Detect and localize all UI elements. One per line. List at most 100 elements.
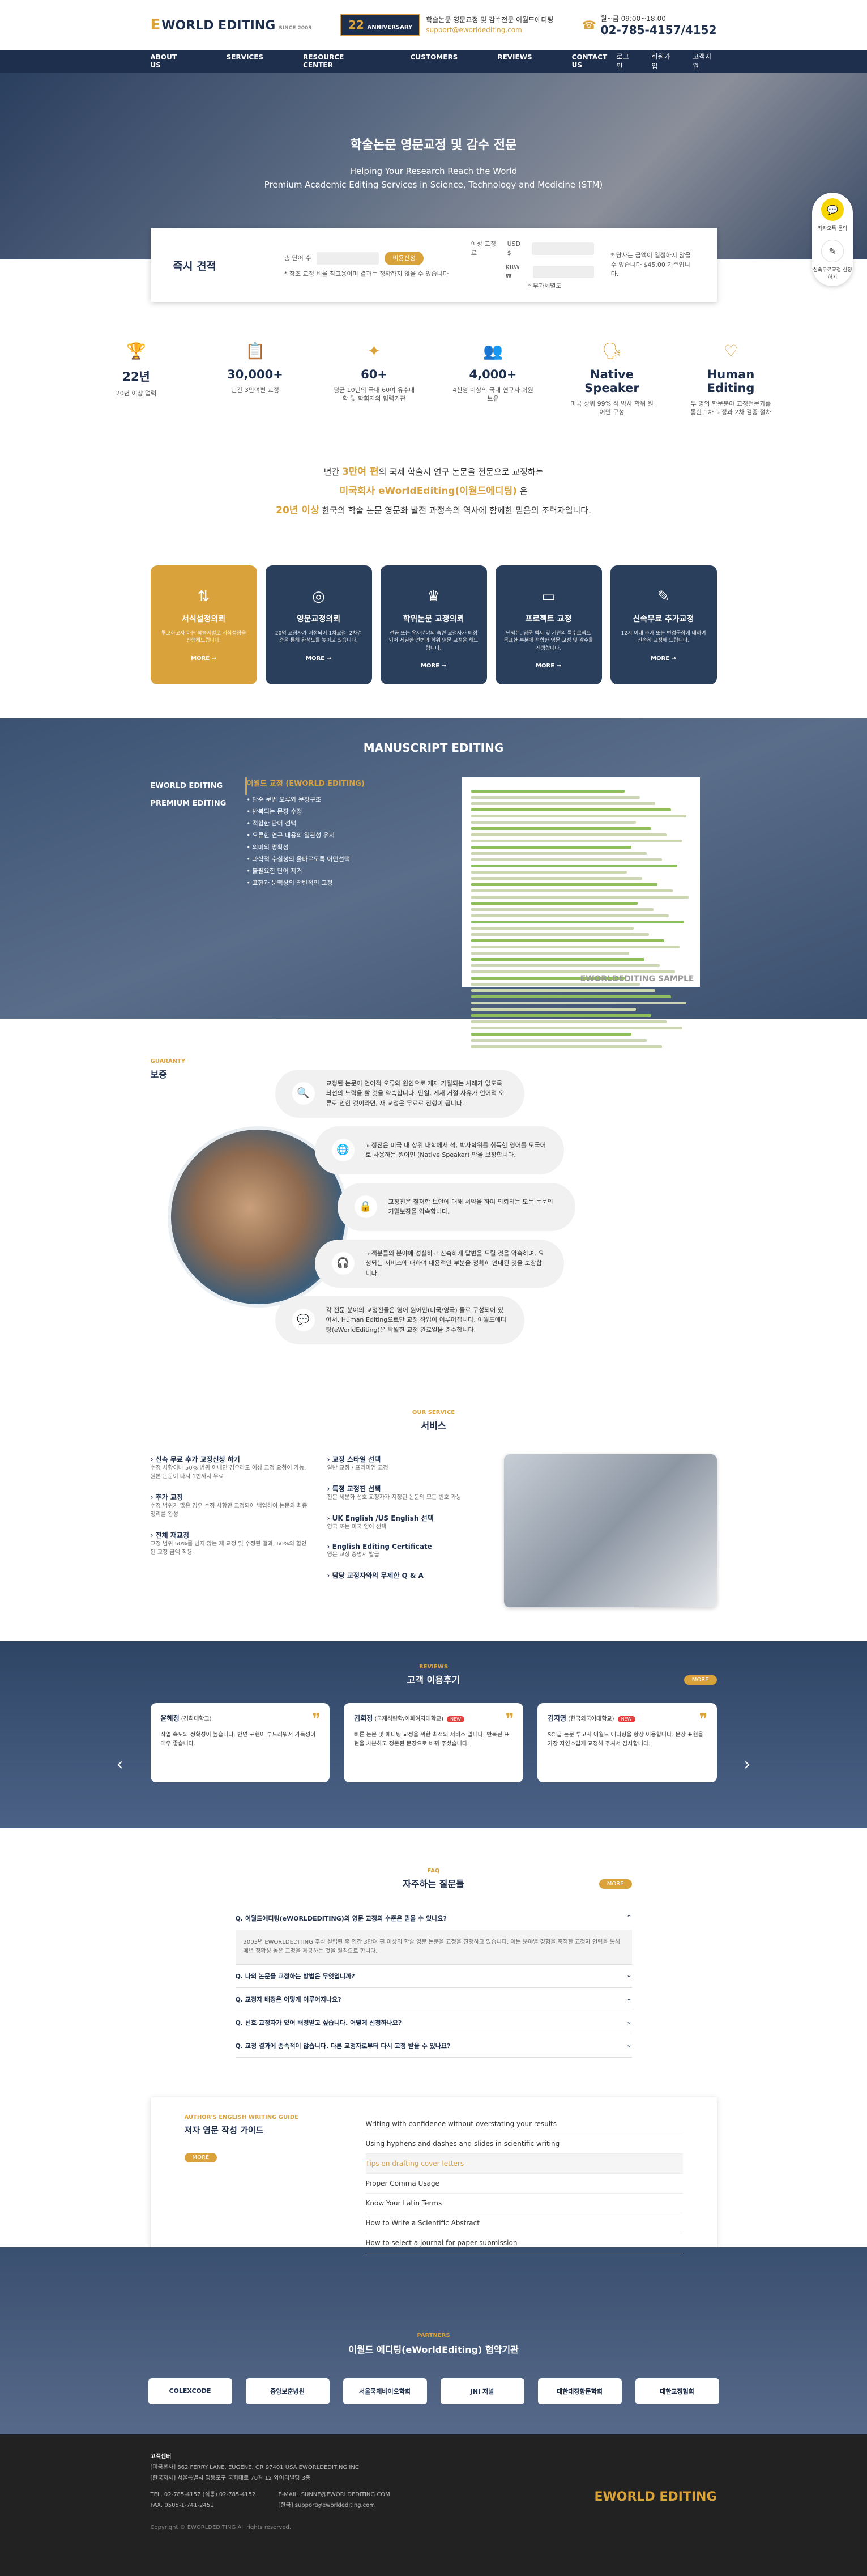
partner-logo[interactable]: 대한대장항문학회: [537, 2378, 622, 2404]
word-count-input[interactable]: [317, 252, 379, 265]
sample-line: [471, 1001, 686, 1004]
new-badge: NEW: [617, 1715, 635, 1722]
sample-line: [471, 951, 629, 955]
guide-item[interactable]: Using hyphens and dashes and slides in s…: [365, 2134, 683, 2154]
review-head: 윤혜정 (경희대학교): [161, 1713, 320, 1723]
util-link[interactable]: 로그인: [617, 52, 635, 71]
kakao-link[interactable]: 카카오톡 문의: [812, 224, 853, 232]
prev-arrow-icon[interactable]: ‹: [117, 1755, 123, 1774]
kakao-icon[interactable]: 💬: [821, 198, 844, 221]
quote-icon[interactable]: ✎: [821, 240, 844, 262]
service-item[interactable]: › 신속 무료 추가 교정신청 하기 수정 사항이나 50% 범위 이내인 경우라…: [151, 1454, 310, 1481]
stat-value: 4,000+: [469, 368, 517, 381]
sample-line: [471, 926, 634, 930]
card-more-link[interactable]: MORE →: [610, 655, 717, 662]
service-desc: 수정 사항이나 50% 범위 이내인 경우라도 이상 교정 요청이 가능. 원본…: [150, 1464, 306, 1480]
faq-item[interactable]: Q. 교정 결과에 종속적이 않습니다. 다른 교정자로부터 다시 교정 받을 …: [235, 2034, 632, 2058]
writing-guide: AUTHOR'S ENGLISH WRITING GUIDE 저자 영문 작성 가…: [151, 2097, 717, 2270]
guide-more-button[interactable]: MORE: [184, 2152, 217, 2162]
partner-logo[interactable]: COLEXCODE: [148, 2378, 232, 2404]
guide-item[interactable]: Writing with confidence without overstat…: [365, 2114, 683, 2134]
sample-line: [471, 1038, 647, 1042]
guaranty-text: 교정진은 미국 내 상위 대학에서 석, 박사학위를 취득한 영어를 모국어로 …: [365, 1141, 546, 1159]
service-item[interactable]: › 전체 재교정 교정 범위 50%를 넘지 않는 재 교정 및 수정된 결과, …: [151, 1530, 310, 1557]
service-title: › 담당 교정자와의 무제한 Q & A: [327, 1571, 424, 1579]
card-more-link[interactable]: MORE →: [266, 655, 372, 662]
card-icon: ♛: [426, 587, 441, 605]
guide-item[interactable]: How to Write a Scientific Abstract: [365, 2213, 683, 2233]
util-link[interactable]: 고객지원: [693, 52, 717, 71]
nav-item[interactable]: REVIEWS: [497, 53, 532, 69]
nav-item[interactable]: CUSTOMERS: [411, 53, 458, 69]
logo[interactable]: E WORLD EDITING SINCE 2003: [151, 16, 312, 33]
krw-output: [533, 266, 594, 279]
hero-title: 학술논문 영문교정 및 감수 전문: [350, 138, 517, 152]
chevron-icon[interactable]: ⌄: [626, 1972, 631, 1981]
phone-block: ☎ 월~금 09:00~18:00 02-785-4157/4152: [582, 14, 717, 37]
chevron-icon[interactable]: ⌄: [626, 2018, 631, 2027]
sample-line: [471, 895, 689, 899]
guaranty-item: 💬 각 전문 분야의 교정진들은 영어 원어민(미국/영국) 들로 구성되어 있어…: [275, 1296, 524, 1344]
util-link[interactable]: 회원가입: [651, 52, 676, 71]
card-icon: ⇅: [197, 587, 210, 605]
card-title: 영문교정의뢰: [296, 614, 341, 624]
manu-tab[interactable]: EWORLD EDITING: [151, 777, 247, 795]
reviewer-role: (한국외국어대학교): [566, 1715, 614, 1722]
nav-item[interactable]: ABOUT US: [151, 53, 187, 69]
service-card[interactable]: ▭ 프로젝트 교정 단행본, 영문 백서 및 기관의 특수로젝트 목표한 부분에 적…: [495, 565, 602, 684]
card-more-link[interactable]: MORE →: [151, 655, 257, 662]
partner-logo[interactable]: 대한교정협회: [635, 2378, 719, 2404]
stat-label: 년간 3만여편 교정: [231, 386, 279, 394]
sample-line: [471, 914, 669, 917]
calculate-button[interactable]: 비용산정: [385, 251, 424, 265]
manu-subtitle: 이월드 교정 (EWORLD EDITING): [246, 779, 365, 788]
reviews-more-button[interactable]: MORE: [684, 1675, 717, 1685]
service-card[interactable]: ◎ 영문교정의뢰 20명 교정자가 배정되어 1차교정, 2차검증을 통해 완성도를…: [265, 565, 372, 684]
next-arrow-icon[interactable]: ›: [744, 1755, 751, 1774]
guaranty-icon: 🌐: [331, 1139, 355, 1162]
review-card[interactable]: 김지영 (한국외국어대학교) NEW ❞ SCI급 논문 투고시 이월드 에디팅을 항…: [537, 1702, 717, 1782]
nav-item[interactable]: RESOURCE CENTER: [303, 53, 371, 69]
chevron-icon[interactable]: ⌄: [626, 2041, 631, 2050]
faq-item[interactable]: Q. 선호 교정자가 있어 배정받고 싶습니다. 어떻게 신청하나요? ⌄: [235, 2011, 632, 2034]
manu-tab[interactable]: PREMIUM EDITING: [151, 795, 247, 812]
nav-item[interactable]: SERVICES: [227, 53, 263, 69]
review-card[interactable]: 김희정 (국제식량학/이화여자대학교) NEW ❞ 빠른 논문 및 에디팅 교정을 위…: [344, 1702, 523, 1782]
service-card[interactable]: ✎ 신속무료 추가교정 12시 이내 추가 또는 변경문장에 대하여 신속히 교정해…: [610, 565, 717, 684]
nav-item[interactable]: CONTACT US: [572, 53, 617, 69]
stat-icon: 👥: [483, 342, 503, 360]
service-item[interactable]: › UK English /US English 선택 영국 또는 미국 영어 선…: [327, 1513, 487, 1531]
partner-logo[interactable]: 서울국제바이오학회: [343, 2378, 427, 2404]
chevron-icon[interactable]: ⌄: [626, 1995, 631, 2004]
service-item[interactable]: › 교정 스타일 선택 일반 교정 / 프리미엄 교정: [327, 1454, 487, 1472]
guide-item[interactable]: Proper Comma Usage: [365, 2174, 683, 2194]
guide-item[interactable]: Tips on drafting cover letters: [365, 2153, 683, 2174]
faq-more-button[interactable]: MORE: [599, 1879, 632, 1889]
partner-logo[interactable]: 중앙보훈병원: [245, 2378, 330, 2404]
quick-quote-link[interactable]: 신속무료교정 신청하기: [812, 266, 853, 280]
stat-item: 📋 30,000+ 년간 3만여편 교정: [213, 342, 298, 417]
faq-item[interactable]: Q. 이월드에디팅(eWORLDEDITING)의 영문 교정의 수준은 믿을 …: [235, 1907, 632, 1930]
chevron-icon[interactable]: ⌃: [626, 1914, 631, 1923]
partner-logo[interactable]: JNI 저널: [440, 2378, 524, 2404]
faq-item[interactable]: Q. 나의 논문을 교정하는 방법은 무엇입니까? ⌄: [235, 1965, 632, 1988]
footer-logo: EWORLD EDITING: [594, 2489, 717, 2504]
card-more-link[interactable]: MORE →: [496, 663, 602, 669]
faq-item[interactable]: Q. 교정자 배정은 어떻게 이루어지나요? ⌄: [235, 1988, 632, 2011]
card-more-link[interactable]: MORE →: [381, 663, 487, 669]
service-card[interactable]: ♛ 학위논문 교정의뢰 전공 또는 유사분야의 숙련 교정자가 배정되어 세밀한 언…: [380, 565, 487, 684]
service-item[interactable]: › 담당 교정자와의 무제한 Q & A: [327, 1570, 487, 1580]
sample-line: [471, 851, 647, 855]
service-item[interactable]: › 특정 교정진 선택 전문 세분화 선호 교정자가 지정된 논문의 모든 번호 …: [327, 1484, 487, 1502]
service-item[interactable]: › English Editing Certificate 영문 교정 증명서 발…: [327, 1543, 487, 1559]
header-email[interactable]: support@eworldediting.com: [426, 25, 553, 35]
sample-line: [471, 802, 656, 805]
service-card[interactable]: ⇅ 서식설정의뢰 투고하고자 하는 학술지별로 서식설정을 진행해드립니다. MORE…: [150, 565, 257, 684]
guide-item[interactable]: Know Your Latin Terms: [365, 2194, 683, 2213]
sample-line: [471, 870, 627, 874]
guaranty-item: 🔍 교정된 논문이 언어적 오류와 원인으로 게재 거절되는 사례가 없도록 최선…: [275, 1069, 524, 1118]
guide-item[interactable]: How to select a journal for paper submis…: [365, 2233, 683, 2253]
review-card[interactable]: 윤혜정 (경희대학교) ❞ 작업 속도와 정확성이 높습니다. 반면 표현이 부드러…: [150, 1702, 330, 1782]
service-item[interactable]: › 추가 교정 수정 범위가 많은 경우 수정 사항만 교정되어 백업하여 논문의…: [151, 1492, 310, 1519]
guaranty-item: 🔒 교정진은 철저한 보안에 대해 서약을 하여 의뢰되는 모든 논문의 기밀보장…: [337, 1182, 575, 1231]
